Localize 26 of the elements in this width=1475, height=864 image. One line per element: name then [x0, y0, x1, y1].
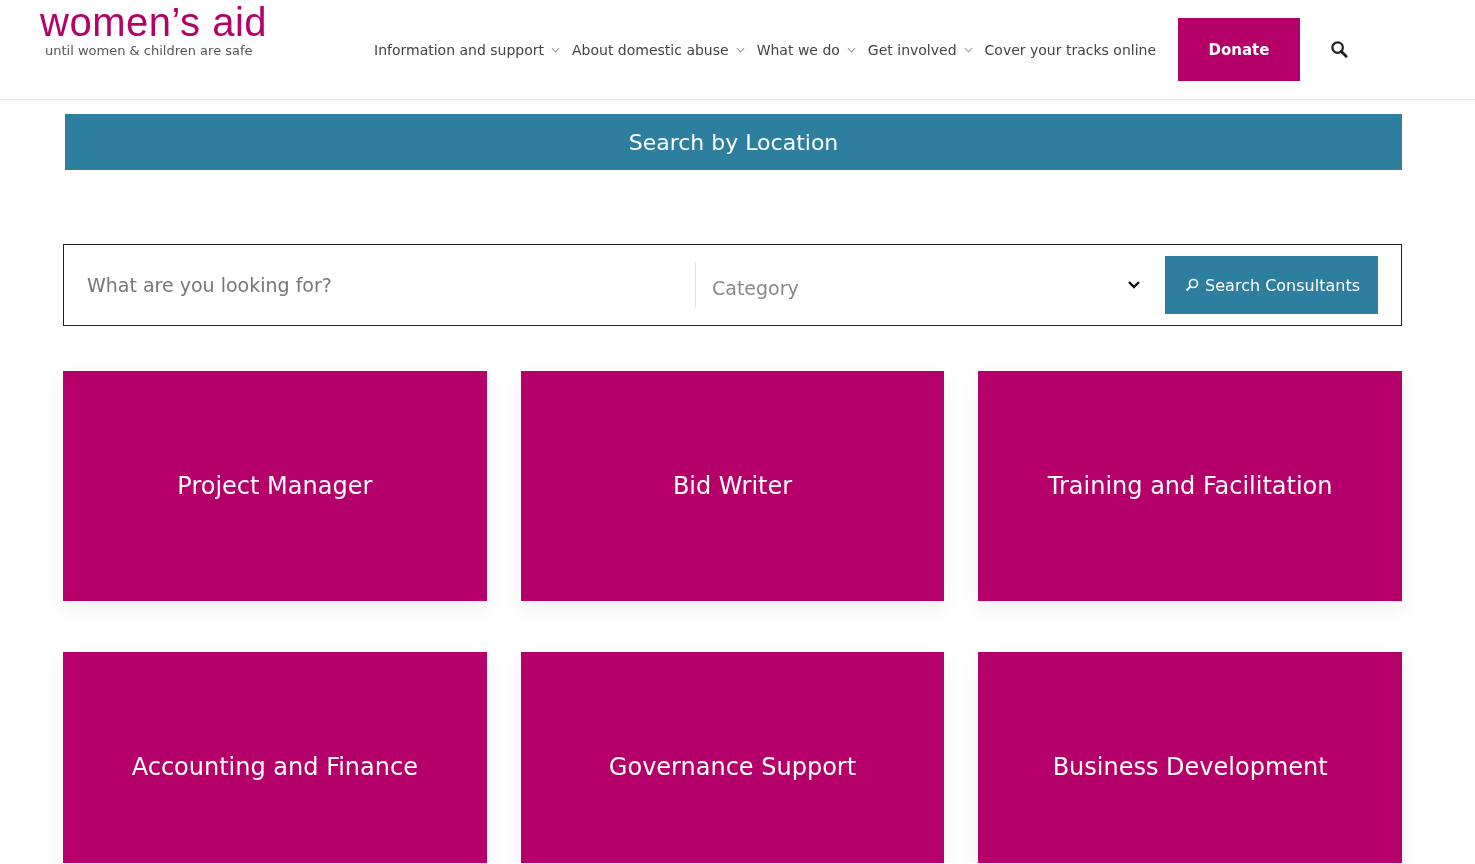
category-card[interactable]: Accounting and Finance: [63, 652, 487, 863]
category-card[interactable]: Bid Writer: [520, 371, 945, 601]
category-card[interactable]: Governance Support: [520, 652, 945, 863]
nav-link[interactable]: Cover your tracks online: [984, 41, 1156, 58]
category-card[interactable]: Project Manager: [63, 371, 487, 601]
nav-link[interactable]: Information and support: [374, 41, 561, 58]
chevron-down-icon: [735, 46, 745, 53]
category-card[interactable]: Training and Facilitation: [978, 371, 1402, 601]
logo-tagline: until women & children are safe: [45, 43, 254, 58]
chevron-down-icon: [1127, 280, 1142, 290]
category-card[interactable]: Business Development: [978, 652, 1402, 863]
search-icon[interactable]: [1330, 40, 1349, 59]
donate-button[interactable]: Donate: [1178, 18, 1300, 81]
chevron-down-icon: [551, 46, 561, 53]
chevron-down-icon: [963, 46, 973, 53]
chevron-down-icon: [846, 46, 856, 53]
nav-link[interactable]: What we do: [756, 41, 856, 58]
search-consultants-button[interactable]: Search Consultants: [1165, 256, 1378, 314]
nav-link[interactable]: Get involved: [867, 41, 973, 58]
location-search-banner[interactable]: Search by Location: [65, 114, 1402, 170]
logo[interactable]: women’s aid until women & children are safe: [40, 2, 340, 58]
search-icon: [1185, 278, 1200, 292]
category-dropdown[interactable]: Category: [695, 262, 1154, 308]
search-bar[interactable]: What are you looking for? Category Search Consultants: [63, 244, 1402, 326]
logo-wordmark: women’s aid: [40, 2, 269, 42]
nav-link[interactable]: About domestic abuse: [572, 41, 745, 58]
